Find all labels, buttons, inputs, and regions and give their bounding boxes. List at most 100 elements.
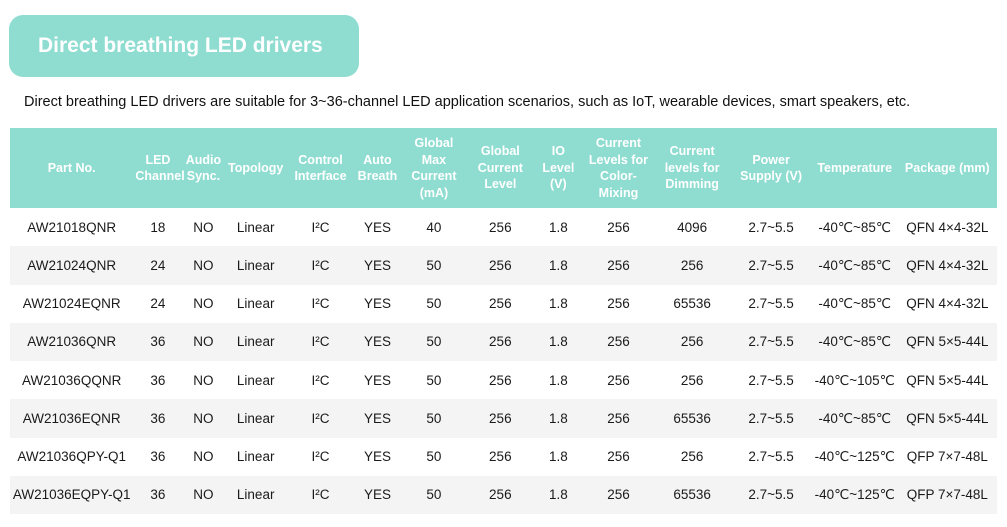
section-title: Direct breathing LED drivers xyxy=(38,34,323,57)
table-cell: Linear xyxy=(224,475,288,514)
column-header: Auto Breath xyxy=(353,128,401,208)
table-cell: QFP 7×7-48L xyxy=(897,437,997,476)
table-cell: 1.8 xyxy=(533,246,583,285)
table-cell: NO xyxy=(182,246,225,285)
table-cell: 256 xyxy=(466,246,534,285)
table-cell: 1.8 xyxy=(533,437,583,476)
table-cell: 2.7~5.5 xyxy=(730,322,812,361)
table-cell: -40℃~125℃ xyxy=(811,475,898,514)
table-cell: YES xyxy=(353,322,401,361)
table-cell: QFN 5×5-44L xyxy=(897,322,997,361)
table-cell: QFN 5×5-44L xyxy=(897,399,997,438)
table-cell: 24 xyxy=(133,246,183,285)
table-cell: 50 xyxy=(401,475,467,514)
table-cell: 36 xyxy=(133,361,183,400)
table-cell: 50 xyxy=(401,399,467,438)
table-cell: I²C xyxy=(287,399,354,438)
table-cell: 18 xyxy=(133,208,183,247)
table-cell: 256 xyxy=(466,284,534,323)
led-drivers-table: Part No. LED Channel Audio Sync. Topolog… xyxy=(10,128,997,514)
table-cell: 36 xyxy=(133,322,183,361)
table-cell: Linear xyxy=(224,284,288,323)
table-cell: I²C xyxy=(287,361,354,400)
column-header: Audio Sync. xyxy=(182,128,225,208)
table-cell: YES xyxy=(353,284,401,323)
table-cell: QFN 5×5-44L xyxy=(897,361,997,400)
table-cell: 256 xyxy=(582,322,654,361)
table-cell: 65536 xyxy=(654,284,731,323)
table-cell: I²C xyxy=(287,208,354,247)
table-cell: I²C xyxy=(287,284,354,323)
table-cell: AW21024QNR xyxy=(10,246,134,285)
table-row: AW21036QPY-Q1 36 NO Linear I²C YES 50 256 1.8 256… xyxy=(10,437,997,476)
table-cell: 50 xyxy=(401,284,467,323)
table-cell: 2.7~5.5 xyxy=(730,475,812,514)
table-cell: Linear xyxy=(224,208,288,247)
table-cell: 256 xyxy=(654,322,731,361)
table-cell: NO xyxy=(182,437,225,476)
table-cell: -40℃~125℃ xyxy=(811,437,898,476)
table-cell: 65536 xyxy=(654,475,731,514)
table-cell: 256 xyxy=(582,475,654,514)
table-cell: Linear xyxy=(224,322,288,361)
table-row: AW21036EQNR 36 NO Linear I²C YES 50 256 1.8 256 65… xyxy=(10,399,997,438)
table-cell: 50 xyxy=(401,361,467,400)
table-cell: 2.7~5.5 xyxy=(730,361,812,400)
table-cell: 50 xyxy=(401,246,467,285)
table-cell: 1.8 xyxy=(533,361,583,400)
table-cell: 256 xyxy=(466,399,534,438)
table-cell: 256 xyxy=(466,322,534,361)
table-cell: NO xyxy=(182,284,225,323)
table-row: AW21024QNR 24 NO Linear I²C YES 50 256 1.8 256 256… xyxy=(10,246,997,285)
table-cell: NO xyxy=(182,322,225,361)
table-cell: AW21036EQPY-Q1 xyxy=(10,475,134,514)
table-cell: QFN 4×4-32L xyxy=(897,208,997,247)
table-cell: 36 xyxy=(133,475,183,514)
table-cell: YES xyxy=(353,361,401,400)
table-cell: I²C xyxy=(287,246,354,285)
table-cell: 256 xyxy=(466,361,534,400)
table-cell: 1.8 xyxy=(533,322,583,361)
table-cell: AW21018QNR xyxy=(10,208,134,247)
column-header: Topology xyxy=(224,128,288,208)
table-row: AW21036EQPY-Q1 36 NO Linear I²C YES 50 256 1.8 25… xyxy=(10,475,997,514)
table-cell: Linear xyxy=(224,399,288,438)
table-cell: 1.8 xyxy=(533,284,583,323)
table-cell: 256 xyxy=(582,208,654,247)
table-cell: -40℃~105℃ xyxy=(811,361,898,400)
table-cell: 256 xyxy=(654,437,731,476)
table-cell: 2.7~5.5 xyxy=(730,208,812,247)
column-header: Global Current Level xyxy=(466,128,534,208)
column-header: Part No. xyxy=(10,128,134,208)
table-cell: AW21036QPY-Q1 xyxy=(10,437,134,476)
table-cell: 2.7~5.5 xyxy=(730,246,812,285)
table-cell: -40℃~85℃ xyxy=(811,284,898,323)
table-cell: Linear xyxy=(224,361,288,400)
table-cell: QFN 4×4-32L xyxy=(897,246,997,285)
table-cell: 36 xyxy=(133,399,183,438)
table-row: AW21018QNR 18 NO Linear I²C YES 40 256 1.8 256 409… xyxy=(10,208,997,247)
table-cell: YES xyxy=(353,246,401,285)
table-cell: YES xyxy=(353,475,401,514)
column-header: Package (mm) xyxy=(897,128,997,208)
table-cell: QFN 4×4-32L xyxy=(897,284,997,323)
column-header: Current levels for Dimming xyxy=(654,128,731,208)
table-cell: 1.8 xyxy=(533,399,583,438)
table-cell: 256 xyxy=(582,437,654,476)
table-cell: AW21036QNR xyxy=(10,322,134,361)
table-cell: 50 xyxy=(401,437,467,476)
table-cell: 2.7~5.5 xyxy=(730,284,812,323)
table-cell: 4096 xyxy=(654,208,731,247)
table-cell: 2.7~5.5 xyxy=(730,437,812,476)
table-header-row: Part No. LED Channel Audio Sync. Topolog… xyxy=(10,128,997,208)
table-cell: 256 xyxy=(466,208,534,247)
table-cell: 36 xyxy=(133,437,183,476)
table-cell: 256 xyxy=(654,246,731,285)
table-cell: 256 xyxy=(654,361,731,400)
table-cell: 24 xyxy=(133,284,183,323)
table-cell: 40 xyxy=(401,208,467,247)
column-header: Temperature xyxy=(811,128,898,208)
column-header: Control Interface xyxy=(287,128,354,208)
table-cell: NO xyxy=(182,475,225,514)
table-cell: QFP 7×7-48L xyxy=(897,475,997,514)
